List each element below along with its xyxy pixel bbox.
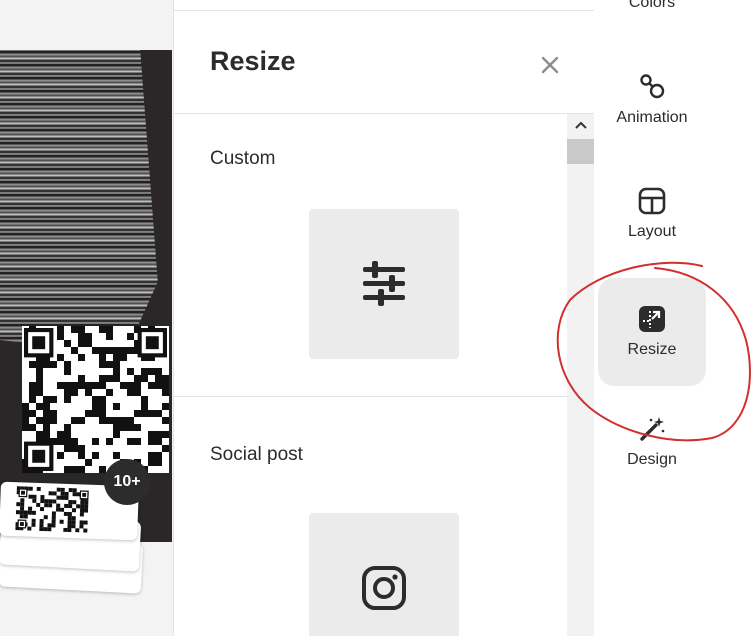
magic-wand-icon xyxy=(638,415,666,443)
sidebar-item-label: Resize xyxy=(627,341,677,358)
chevron-up-icon xyxy=(574,121,587,129)
sidebar-item-animation[interactable]: Animation xyxy=(598,46,706,154)
badge-count: 10+ xyxy=(113,473,141,490)
sidebar-item-resize[interactable]: Resize xyxy=(598,278,706,386)
section-divider xyxy=(174,396,567,397)
sidebar-item-design[interactable]: Design xyxy=(598,388,706,496)
canvas-area: 10+ xyxy=(0,0,173,636)
scroll-thumb[interactable] xyxy=(567,139,594,164)
qr-code-graphic xyxy=(22,326,169,473)
close-button[interactable] xyxy=(536,51,564,79)
resize-options-list: Custom Social post xyxy=(174,114,567,636)
sidebar-item-label: Design xyxy=(627,451,677,468)
section-label-social-post: Social post xyxy=(210,444,303,465)
scroll-up-button[interactable] xyxy=(567,114,594,136)
sliders-icon xyxy=(363,261,405,306)
custom-size-tile[interactable] xyxy=(309,209,459,359)
resize-panel: Resize Custom Social post xyxy=(173,0,595,636)
sidebar-item-label: Layout xyxy=(627,223,677,240)
panel-scrollbar[interactable] xyxy=(567,114,594,636)
instagram-icon xyxy=(362,566,406,610)
panel-title: Resize xyxy=(210,46,296,76)
right-sidebar: Colors Animation Layout Resize Design xyxy=(594,0,752,636)
instagram-tile[interactable] xyxy=(309,513,459,636)
resize-icon xyxy=(638,305,666,333)
sidebar-item-label: Animation xyxy=(616,109,688,126)
sidebar-item-colors[interactable]: Colors xyxy=(598,0,706,12)
close-icon xyxy=(541,56,559,74)
page-count-badge[interactable]: 10+ xyxy=(104,459,150,505)
panel-top-divider xyxy=(174,10,594,11)
qr-code[interactable] xyxy=(22,326,169,473)
artwork-texture xyxy=(0,50,172,372)
section-label-custom: Custom xyxy=(210,148,276,169)
animation-icon xyxy=(638,73,666,101)
sidebar-item-layout[interactable]: Layout xyxy=(598,160,706,268)
qr-thumbnail xyxy=(15,486,89,533)
layout-icon xyxy=(638,187,666,215)
artwork-image[interactable] xyxy=(0,50,172,542)
